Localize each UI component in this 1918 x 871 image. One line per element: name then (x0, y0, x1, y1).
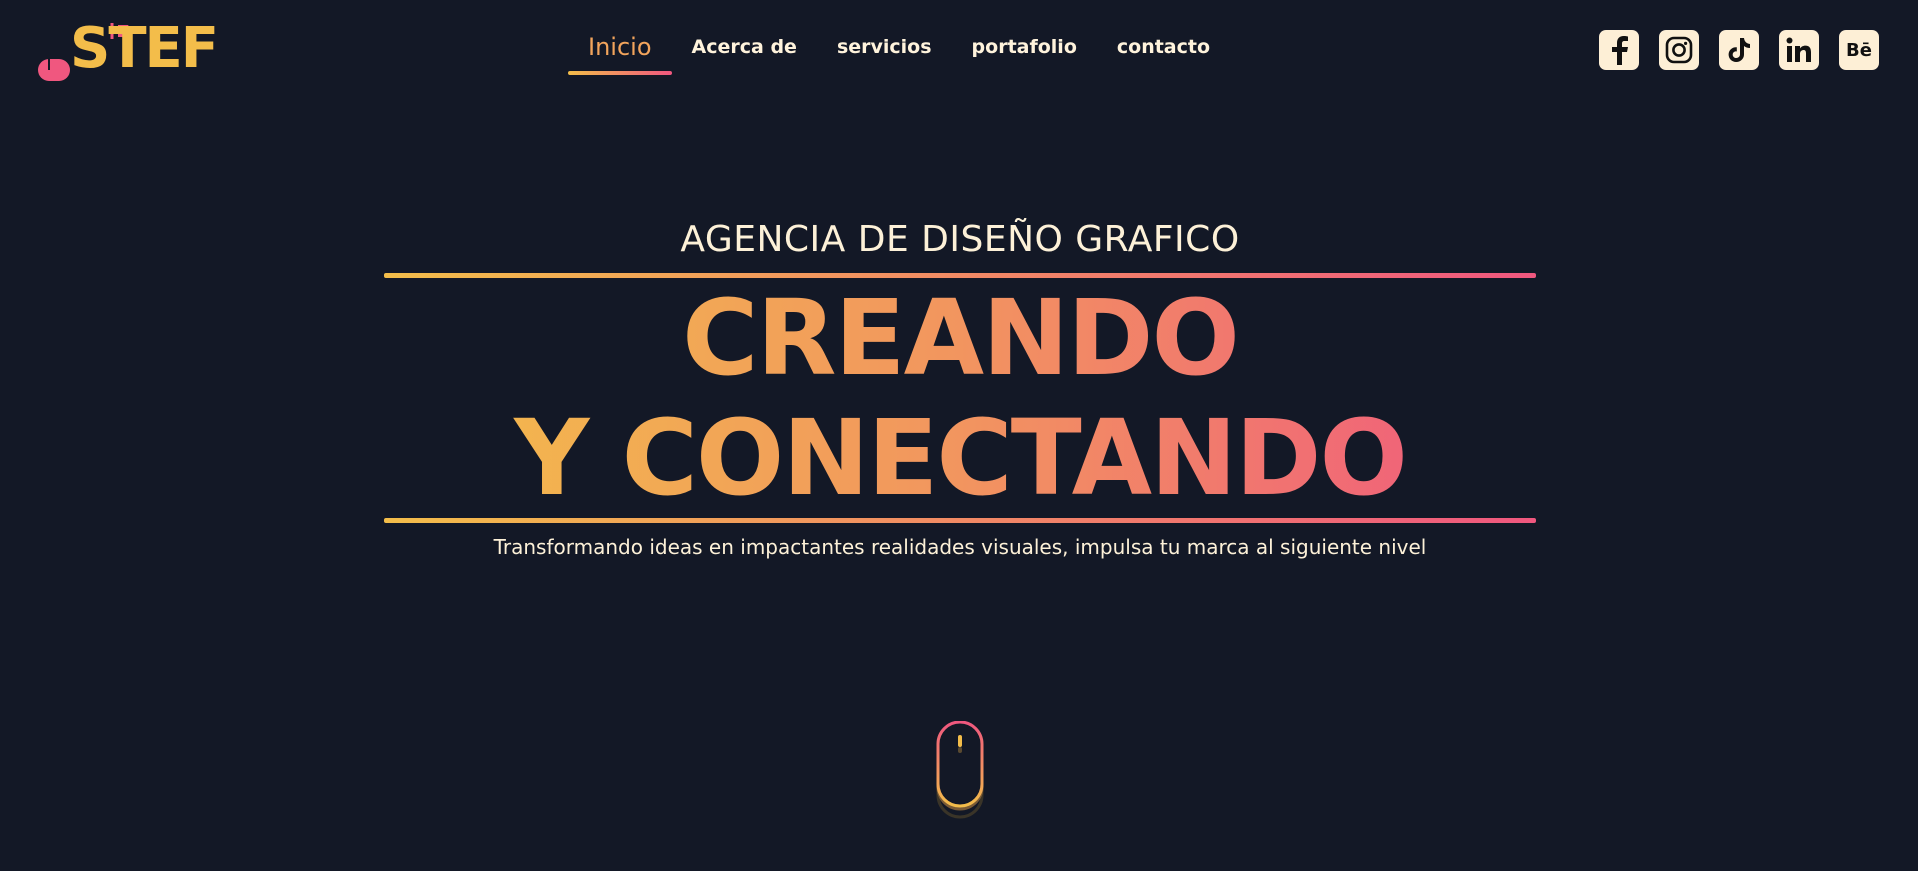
landing-page: STEF Inicio Acerca de servicios portafol… (0, 0, 1918, 871)
instagram-icon[interactable] (1659, 30, 1699, 70)
scroll-mouse-icon[interactable] (936, 720, 984, 821)
brand-logo[interactable]: STEF (38, 18, 219, 84)
hero-headline: CREANDO Y CONECTANDO (384, 278, 1536, 518)
site-header: STEF Inicio Acerca de servicios portafol… (0, 0, 1918, 100)
tiktok-icon[interactable] (1719, 30, 1759, 70)
social-links: Bē (1599, 30, 1879, 70)
nav-item-acerca-de[interactable]: Acerca de (672, 28, 817, 72)
hero-section: AGENCIA DE DISEÑO GRAFICO CREANDO Y CONE… (384, 210, 1536, 559)
nav-item-servicios[interactable]: servicios (817, 28, 952, 72)
hero-headline-line1: CREANDO (682, 277, 1238, 399)
logo-text: STEF (70, 16, 219, 81)
nav-item-portafolio[interactable]: portafolio (952, 28, 1097, 72)
nav-item-inicio[interactable]: Inicio (568, 28, 672, 75)
hero-headline-line2: Y CONECTANDO (514, 397, 1406, 519)
nav-item-contacto[interactable]: contacto (1097, 28, 1230, 72)
logo-mouse-icon (38, 59, 70, 81)
behance-icon[interactable]: Bē (1839, 30, 1879, 70)
hero-kicker: AGENCIA DE DISEÑO GRAFICO (680, 219, 1240, 260)
facebook-icon[interactable] (1599, 30, 1639, 70)
linkedin-icon[interactable] (1779, 30, 1819, 70)
hero-subtitle: Transformando ideas en impactantes reali… (493, 535, 1427, 559)
main-nav: Inicio Acerca de servicios portafolio co… (568, 28, 1230, 80)
behance-label: Bē (1846, 39, 1872, 61)
